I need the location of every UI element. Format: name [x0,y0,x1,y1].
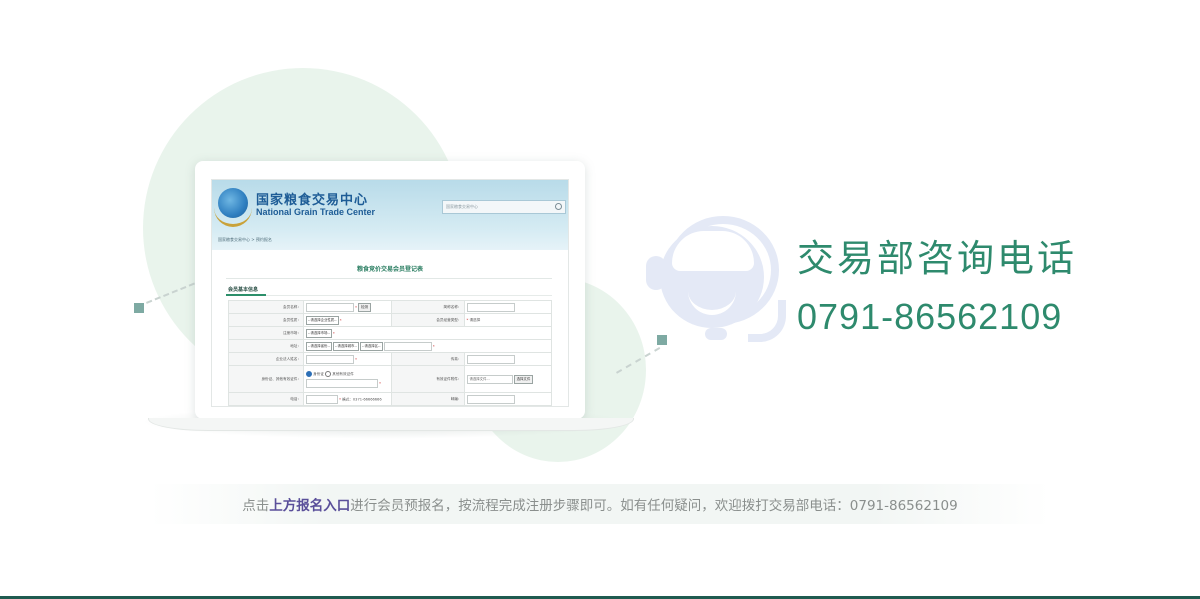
phone-input[interactable] [306,394,338,404]
abbr-input[interactable] [466,302,515,312]
logo-globe-icon [218,188,248,218]
laptop-base [148,418,634,431]
phone-format-hint: 格式：0371-66666666 [342,397,382,401]
id-label: 身份证、其他有效证件： [228,365,304,393]
phone-label: 电话： [228,392,304,406]
legal-rep-label: 企业法人姓名： [228,352,304,366]
search-placeholder: 国家粮食交易中心 [446,204,478,209]
member-type-select[interactable]: --请选择企业性质-- [306,315,339,325]
check-button[interactable]: 检测 [358,302,371,312]
headset-mic [705,328,727,340]
logo-title-cn: 国家粮食交易中心 [256,193,369,208]
id-attach-label: 有效证件附件： [390,365,465,393]
notice-text: 点击上方报名入口进行会员预报名，按流程完成注册步骤即可。如有任何疑问，欢迎拨打交… [0,494,1200,514]
address-label: 地址： [228,339,304,353]
id-number-input[interactable] [306,378,378,388]
district-select[interactable]: --请选择区-- [360,341,383,351]
table-row: 电话： * 格式：0371-66666666 邮编： [228,392,552,406]
member-name-input[interactable] [306,302,354,312]
city-select[interactable]: --请选择城市-- [333,341,359,351]
breadcrumb[interactable]: 国家粮食交易中心 > 预约报名 [218,237,272,243]
notice-suffix: 进行会员预报名，按流程完成注册步骤即可。如有任何疑问，欢迎拨打交易部电话：079… [350,498,958,514]
member-type-label: 会员性质： [228,313,304,327]
form-title: 粮食竞价交易会员登记表 [356,266,423,273]
business-type-value[interactable]: 请选择 [469,318,480,322]
required-mark: * [379,381,381,385]
reg-market-select[interactable]: --请选择市场-- [306,328,332,338]
postcode-input[interactable] [466,394,515,404]
province-select[interactable]: --请选择省份-- [306,341,332,351]
headset-mic-boom [748,300,786,342]
notice-prefix: 点击 [242,498,270,514]
member-name-label: 会员名称： [228,300,304,314]
decor-square-left [134,303,144,313]
contact-phone[interactable]: 0791-86562109 [797,296,1062,338]
section-divider [226,295,552,296]
business-type-label: 会员经营类型： [390,313,465,327]
member-form-table: 会员名称： * 检测 简称名称： 会员性质： --请选择企业性质-- * 会员经… [228,300,552,406]
required-mark: * [339,397,341,401]
id-radio-idcard[interactable] [306,370,312,377]
address-detail-input[interactable] [383,341,432,351]
fax-input[interactable] [466,354,515,364]
postcode-label: 邮编： [390,392,465,406]
headset-hair [672,231,754,271]
contact-title: 交易部咨询电话 [797,237,1077,280]
notice-highlight-link[interactable]: 上方报名入口 [269,498,350,514]
laptop-screen-preview[interactable]: 国家粮食交易中心 National Grain Trade Center 国家粮… [211,179,569,407]
id-radio-other[interactable] [325,370,332,377]
required-mark: * [333,331,335,335]
legal-rep-input[interactable] [306,354,354,364]
id-radio-other-label: 其他有效证件 [332,371,354,376]
table-row: 会员性质： --请选择企业性质-- * 会员经营类型： * 请选择 [228,313,552,327]
table-row: 会员名称： * 检测 简称名称： [228,300,552,314]
decor-square-right [657,335,667,345]
table-row: 地址： --请选择省份-- --请选择城市-- --请选择区-- * [228,339,552,353]
required-mark: * [355,305,357,309]
id-radio-idcard-label: 身份证 [313,371,324,376]
section-title: 会员基本信息 [228,287,259,293]
choose-file-button[interactable]: 选择文件 [513,374,534,384]
file-path-field[interactable]: 请选择文件... [466,374,513,384]
table-row: 企业法人姓名： * 传真： [228,352,552,366]
logo-title-en: National Grain Trade Center [256,207,376,217]
table-row: 注册市场： --请选择市场-- * [228,326,552,340]
required-mark: * [355,357,357,361]
site-banner: 国家粮食交易中心 National Grain Trade Center 国家粮… [212,180,568,250]
fax-label: 传真： [390,352,465,366]
table-row: 身份证、其他有效证件： 身份证 其他有效证件 * 有效证件附件： 请选择文件..… [228,365,552,393]
search-icon[interactable] [555,203,562,210]
title-divider [226,278,552,279]
required-mark: * [339,318,342,322]
site-search-input[interactable]: 国家粮食交易中心 [442,200,566,214]
section-underline [226,294,266,296]
required-mark: * [432,344,435,348]
reg-market-label: 注册市场： [228,326,304,340]
abbr-label: 简称名称： [390,300,465,314]
